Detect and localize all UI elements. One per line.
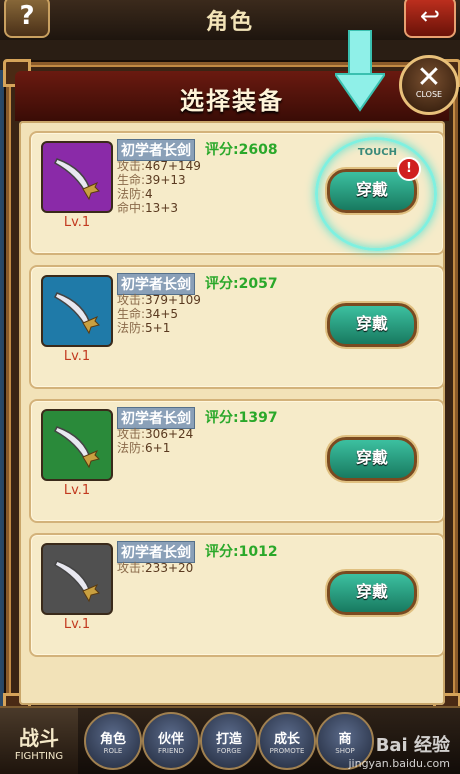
- alert-badge: !: [397, 157, 421, 181]
- stat-row: 法防:4: [117, 187, 153, 201]
- screen-title: 角色: [205, 10, 254, 35]
- item-score: 评分:2057: [205, 276, 278, 292]
- item-stats: 攻击:467+149 生命:39+13 法防:4 命中:13+3: [117, 159, 201, 215]
- stat-row: 攻击:233+20: [117, 561, 194, 575]
- back-button[interactable]: ↩: [404, 0, 456, 38]
- tutorial-arrow-icon: [335, 30, 385, 112]
- stat-row: 攻击:467+149: [117, 159, 201, 173]
- sword-icon: [54, 560, 100, 603]
- touch-hint: TOUCH: [357, 147, 397, 158]
- item-level: Lv.1: [63, 215, 91, 230]
- equipment-card: Lv.1 初学者长剑 评分:1397 攻击:306+24 法防:6+1 穿戴: [29, 399, 445, 523]
- item-stats: 攻击:306+24 法防:6+1: [117, 427, 193, 455]
- item-score: 评分:2608: [205, 142, 278, 158]
- sword-icon: [54, 292, 100, 335]
- equipment-card: Lv.1 初学者长剑 评分:2057 攻击:379+109 生命:34+5 法防…: [29, 265, 445, 389]
- item-icon-frame: [41, 543, 113, 615]
- nav-fighting[interactable]: 战斗 FIGHTING: [0, 708, 78, 774]
- item-stats: 攻击:379+109 生命:34+5 法防:5+1: [117, 293, 201, 335]
- close-button[interactable]: ✕ CLOSE: [399, 55, 459, 115]
- stat-row: 攻击:306+24: [117, 427, 194, 441]
- nav-role[interactable]: 角色 ROLE: [84, 712, 142, 770]
- stat-row: 攻击:379+109: [117, 293, 201, 307]
- stat-row: 法防:5+1: [117, 321, 171, 335]
- item-name: 初学者长剑: [117, 541, 195, 563]
- item-name: 初学者长剑: [117, 407, 195, 429]
- equip-button[interactable]: 穿戴: [327, 437, 417, 481]
- bottom-nav: 战斗 FIGHTING 角色 ROLE 伙伴 FRIEND 打造 FORGE 成…: [0, 706, 460, 774]
- item-icon-frame: [41, 141, 113, 213]
- nav-forge[interactable]: 打造 FORGE: [200, 712, 258, 770]
- item-level: Lv.1: [63, 483, 91, 498]
- equip-button[interactable]: 穿戴: [327, 303, 417, 347]
- stat-row: 生命:39+13: [117, 173, 186, 187]
- item-stats: 攻击:233+20: [117, 561, 193, 575]
- item-name: 初学者长剑: [117, 273, 195, 295]
- close-label: CLOSE: [415, 90, 443, 99]
- sword-icon: [54, 426, 100, 469]
- select-equipment-dialog: 选择装备 ✕ CLOSE Lv.1 初学者长剑 评分:2608 攻击:467+1…: [3, 55, 460, 721]
- item-level: Lv.1: [63, 617, 91, 632]
- item-name: 初学者长剑: [117, 139, 195, 161]
- item-icon-frame: [41, 275, 113, 347]
- stat-row: 法防:6+1: [117, 441, 171, 455]
- sword-icon: [54, 158, 100, 201]
- equipment-card: Lv.1 初学者长剑 评分:1012 攻击:233+20 穿戴: [29, 533, 445, 657]
- stat-row: 生命:34+5: [117, 307, 179, 321]
- item-level: Lv.1: [63, 349, 91, 364]
- item-score: 评分:1397: [205, 410, 278, 426]
- top-bar: ? 角色 ↩: [0, 0, 460, 42]
- equipment-card: Lv.1 初学者长剑 评分:2608 攻击:467+149 生命:39+13 法…: [29, 131, 445, 255]
- equip-button[interactable]: 穿戴: [327, 571, 417, 615]
- nav-friend[interactable]: 伙伴 FRIEND: [142, 712, 200, 770]
- stat-row: 命中:13+3: [117, 201, 179, 215]
- item-score: 评分:1012: [205, 544, 278, 560]
- nav-promote[interactable]: 成长 PROMOTE: [258, 712, 316, 770]
- item-icon-frame: [41, 409, 113, 481]
- watermark: Bai 经验 jingyan.baidu.com: [348, 735, 450, 770]
